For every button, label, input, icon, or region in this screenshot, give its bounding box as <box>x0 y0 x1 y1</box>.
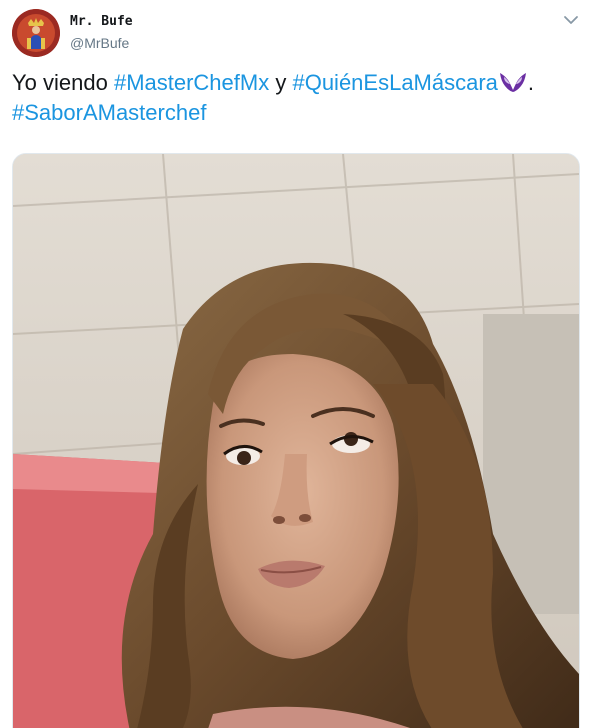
display-name[interactable]: Mr. Bufe <box>70 14 133 29</box>
selfie-photo <box>13 154 579 728</box>
chevron-down-icon[interactable] <box>563 14 579 26</box>
tweet-photo[interactable] <box>12 153 580 728</box>
tweet-text-segment: . <box>527 70 535 95</box>
user-handle[interactable]: @MrBufe <box>70 35 129 51</box>
tweet-text-segment: y <box>269 70 293 95</box>
tweet-text-line-1: Yo viendo #MasterChefMx y #QuiénEsLaMásc… <box>12 68 577 98</box>
tweet-text-segment: Yo viendo <box>12 70 114 95</box>
avatar[interactable] <box>12 9 60 57</box>
hashtag-link-saboramasterchef[interactable]: #SaborAMasterchef <box>12 100 206 125</box>
hashtag-link-masterchefmx[interactable]: #MasterChefMx <box>114 70 269 95</box>
tweet-text-line-2: #SaborAMasterchef <box>12 98 577 128</box>
hashtag-link-quienesla-mascara[interactable]: #QuiénEsLaMáscara <box>292 70 497 95</box>
tweet-card: Mr. Bufe @MrBufe Yo viendo #MasterChefMx… <box>0 0 593 728</box>
purple-mask-icon <box>499 73 526 92</box>
tweet-text: Yo viendo #MasterChefMx y #QuiénEsLaMásc… <box>12 68 577 128</box>
crowned-figure-avatar-icon <box>12 9 60 57</box>
